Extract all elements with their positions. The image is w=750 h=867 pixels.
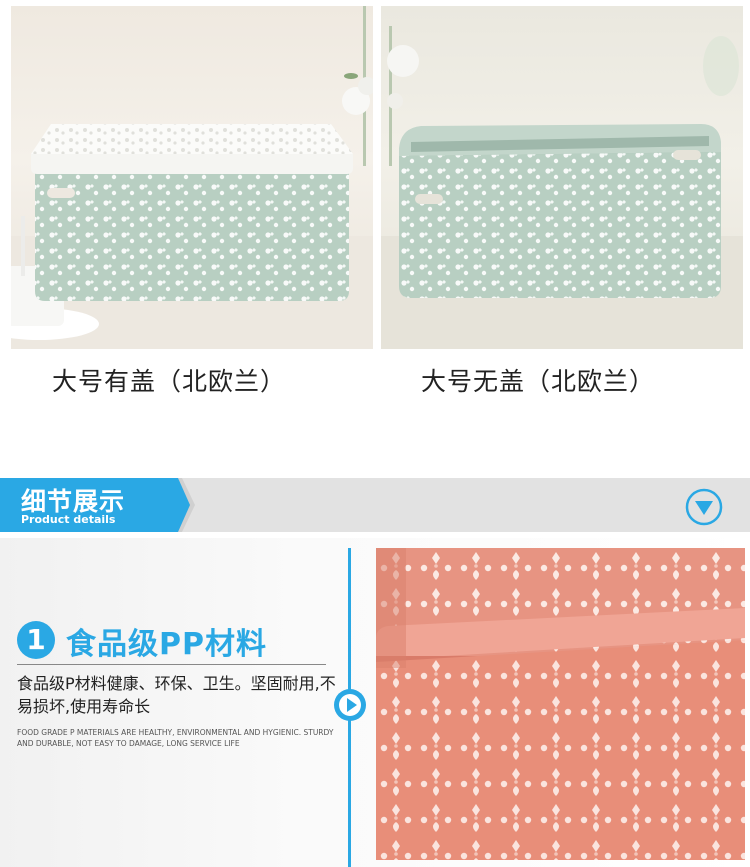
chevron-down-circle-icon[interactable] <box>685 488 723 526</box>
basket-with-lid-photo <box>11 6 373 349</box>
feature-description: 食品级P材料健康、环保、卫生。坚固耐用,不易损坏,使用寿命长 <box>17 674 336 716</box>
basket-without-lid-photo <box>381 6 743 349</box>
feature-number-badge: 1 <box>17 621 55 659</box>
caption-with-lid: 大号有盖（北欧兰） <box>52 367 287 396</box>
caption-without-lid: 大号无盖（北欧兰） <box>421 367 656 396</box>
play-circle-icon[interactable] <box>333 688 367 722</box>
section-banner: 细节展示 Product details <box>0 478 750 532</box>
feature-divider <box>17 664 326 665</box>
feature-title: 食品级PP材料 <box>66 627 267 662</box>
section-subtitle: Product details <box>21 513 116 526</box>
pink-basket-closeup-photo <box>376 548 745 860</box>
feature-english-text: FOOD GRADE P MATERIALS ARE HEALTHY, ENVI… <box>17 728 334 748</box>
